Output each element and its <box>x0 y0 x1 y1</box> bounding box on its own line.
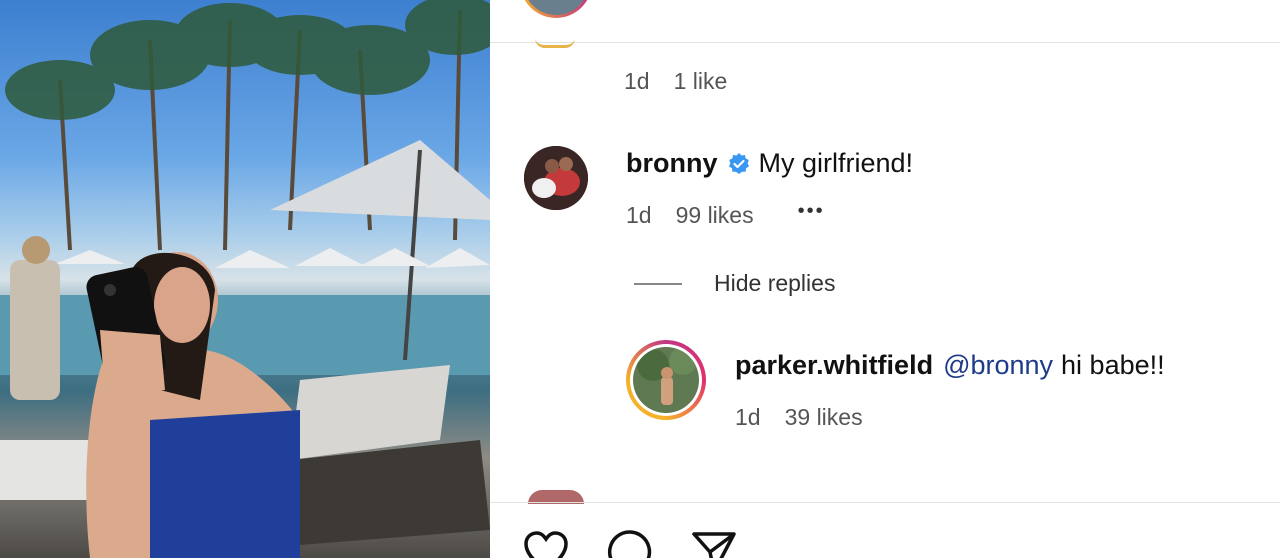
photo-illustration <box>0 0 490 558</box>
comment-text: hi babe!! <box>1061 350 1165 380</box>
comment-meta: 1d 99 likes ••• <box>626 200 825 229</box>
hide-replies-button[interactable]: Hide replies <box>634 270 835 297</box>
comment-likes[interactable]: 39 likes <box>785 404 863 431</box>
comment-likes[interactable]: 99 likes <box>676 202 754 229</box>
avatar[interactable] <box>524 146 588 210</box>
heart-icon[interactable] <box>522 528 570 558</box>
more-options-icon[interactable]: ••• <box>798 200 825 223</box>
avatar[interactable] <box>626 340 706 420</box>
comment-time: 1d <box>626 202 652 228</box>
hide-replies-label: Hide replies <box>714 270 836 296</box>
avatar-partial <box>535 38 575 48</box>
comment: bronny My girlfriend! <box>626 148 913 179</box>
avatar-photo <box>633 347 699 413</box>
comment-time: 1d <box>624 68 650 94</box>
avatar-photo <box>524 146 588 210</box>
mention-link[interactable]: @bronny <box>943 350 1053 381</box>
post-photo <box>0 0 490 558</box>
verified-badge-icon <box>727 152 751 176</box>
divider <box>490 502 1280 503</box>
comments-panel: 1d 1 like bronny My girlfriend! 1d 99 li… <box>490 0 1280 558</box>
action-bar <box>522 528 738 558</box>
share-icon[interactable] <box>690 528 738 558</box>
comment-time: 1d <box>735 404 761 430</box>
prev-comment-meta: 1d 1 like <box>624 68 771 95</box>
comment-likes[interactable]: 1 like <box>674 68 728 95</box>
divider <box>634 282 682 285</box>
comment-username[interactable]: parker.whitfield <box>735 350 933 381</box>
comment-text: My girlfriend! <box>758 148 914 178</box>
reply-comment: parker.whitfield @bronny hi babe!! <box>735 350 1165 381</box>
comment-icon[interactable] <box>606 528 654 558</box>
comment-username[interactable]: bronny <box>626 148 718 179</box>
divider <box>490 42 1280 43</box>
comment-meta: 1d 39 likes <box>735 404 907 431</box>
avatar[interactable] <box>520 0 592 18</box>
